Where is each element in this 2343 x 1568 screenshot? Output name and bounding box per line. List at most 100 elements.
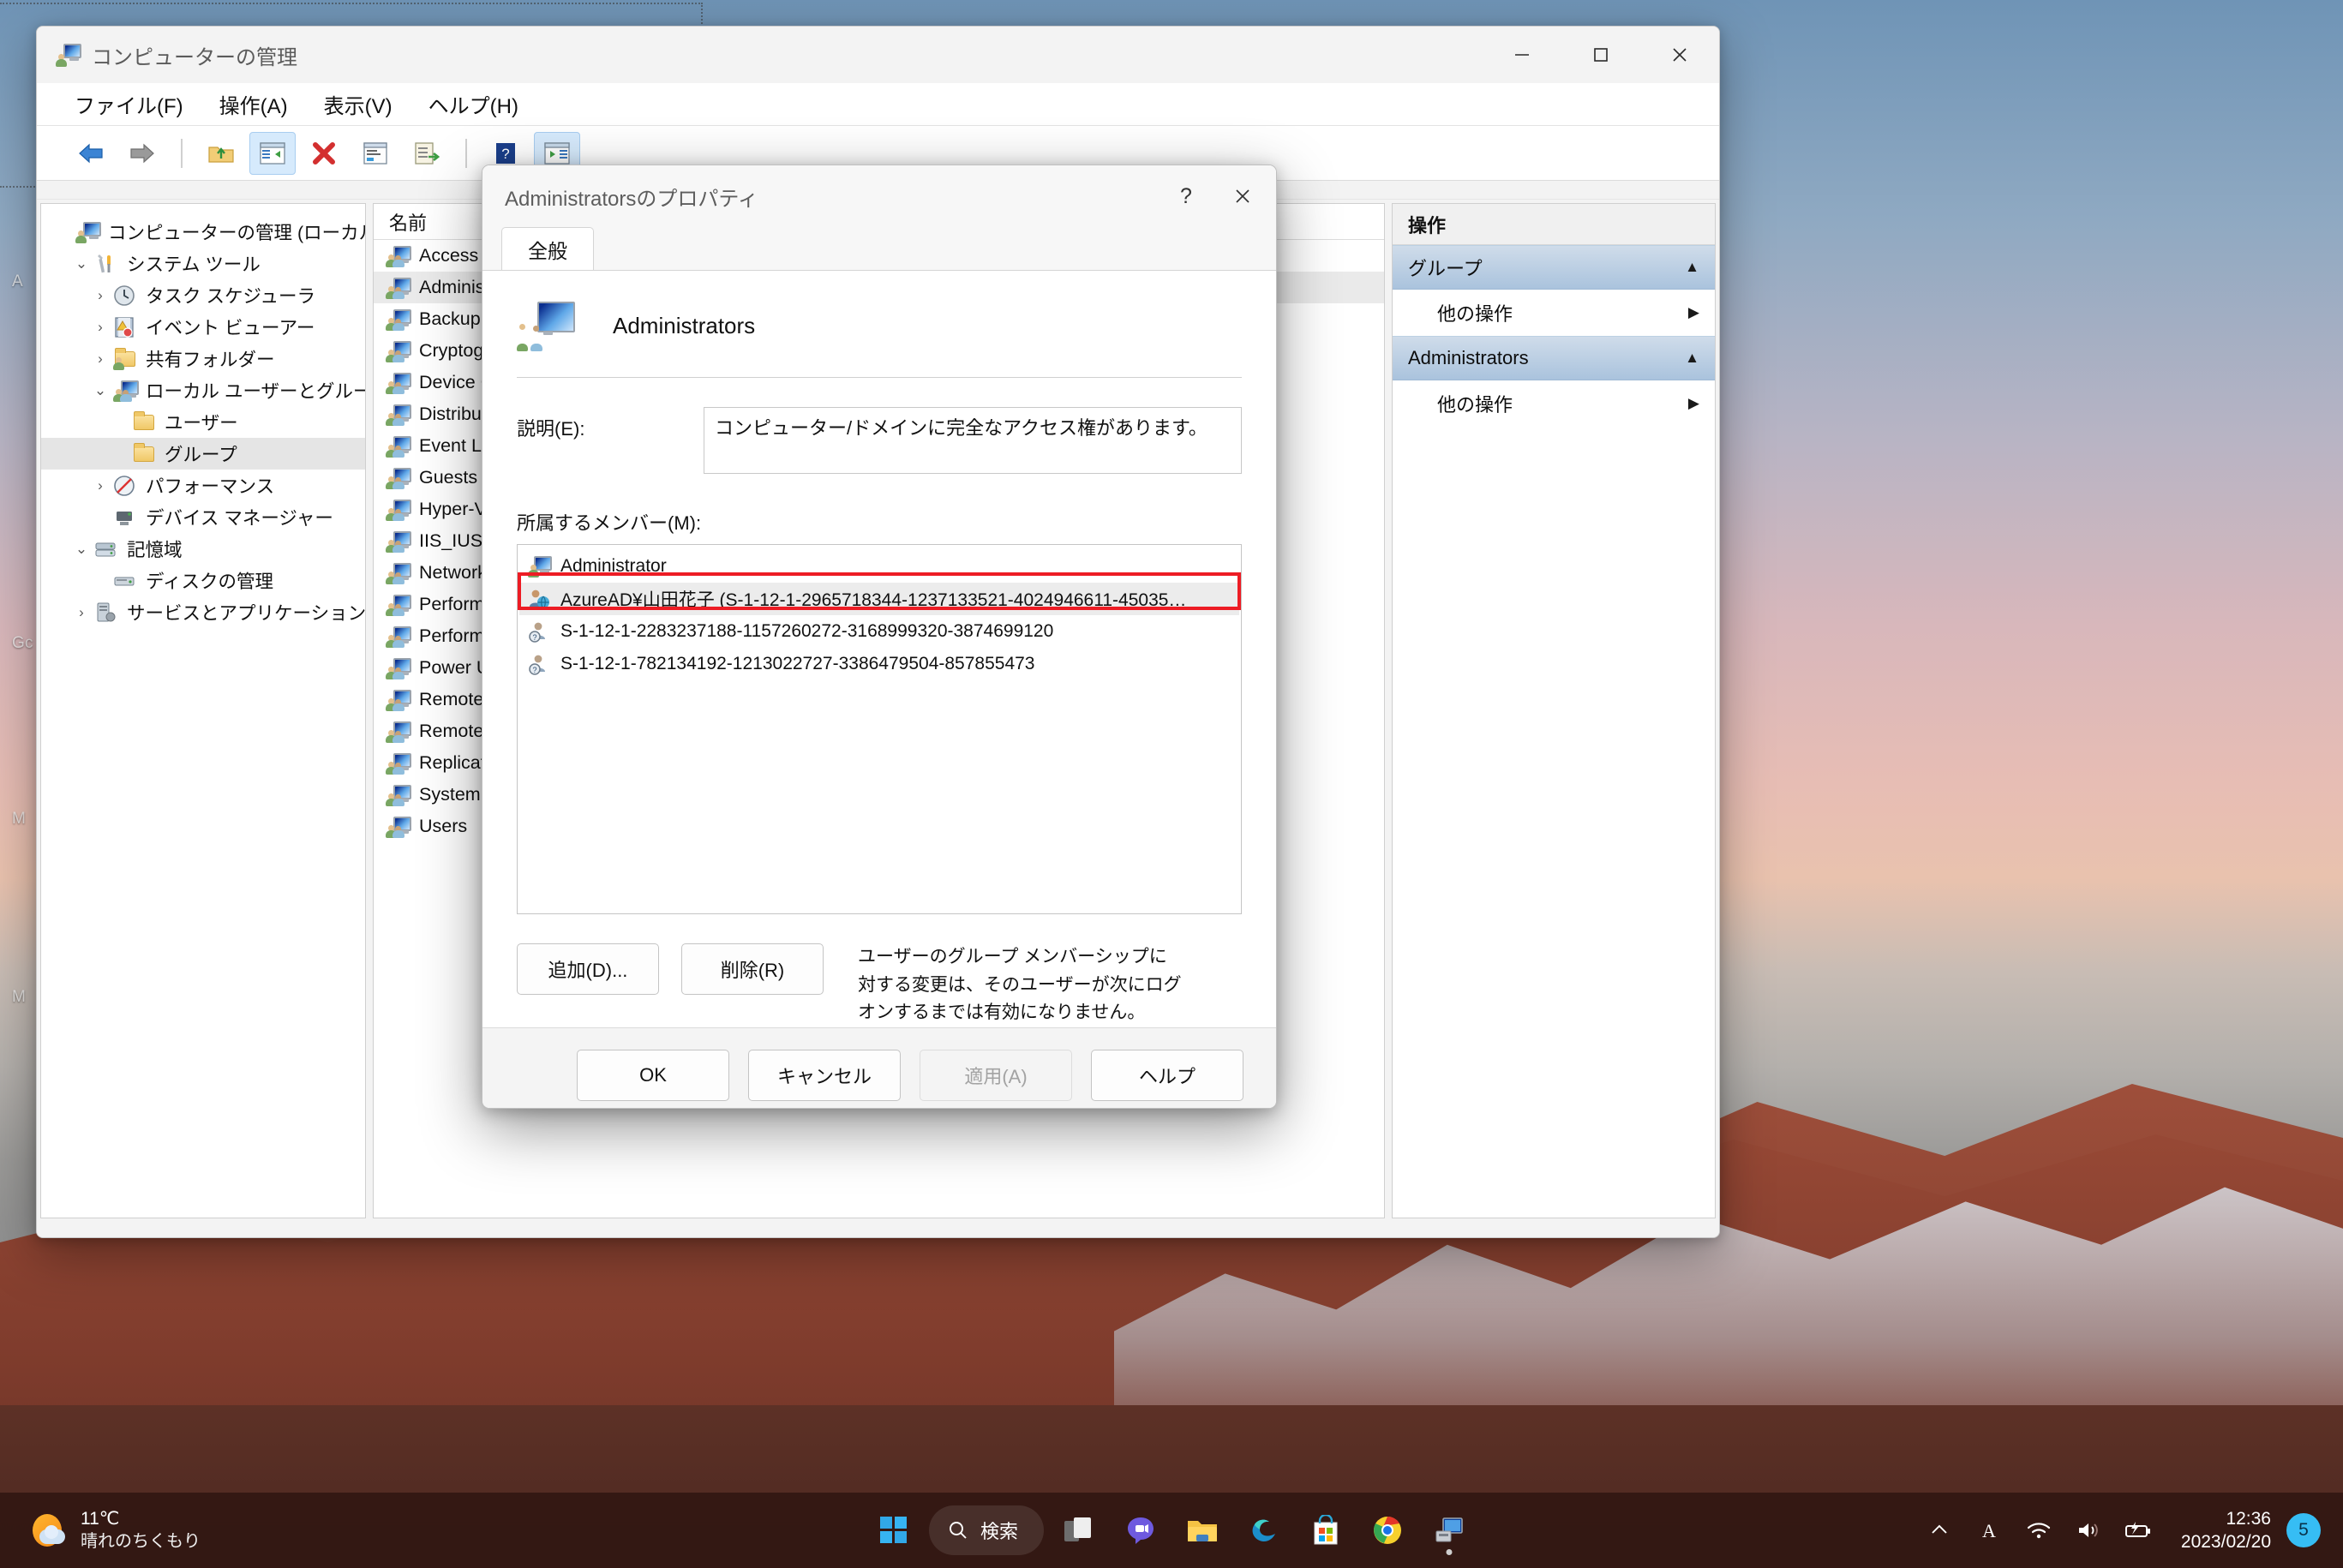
actions-pane: 操作 グループ ▲ 他の操作 ▶ Administrators ▲ 他の操作 ▶ <box>1392 203 1716 1218</box>
action-item-more-actions-group[interactable]: 他の操作 ▶ <box>1393 290 1715 336</box>
tree-item[interactable]: › パフォーマンス <box>41 470 365 501</box>
chevron-up-icon[interactable]: ▲ <box>1685 350 1699 367</box>
tree-item-label: ローカル ユーザーとグループ <box>146 381 366 402</box>
delete-icon[interactable] <box>301 132 347 175</box>
members-buttons-row: 追加(D)... 削除(R) ユーザーのグループ メンバーシップに対する変更は、… <box>517 943 1242 1027</box>
chevron-right-icon[interactable]: ▶ <box>1688 304 1699 321</box>
tree-item[interactable]: ユーザー <box>41 406 365 438</box>
group-members-icon <box>386 625 411 648</box>
chevron-down-icon[interactable]: ⌄ <box>87 382 113 399</box>
maximize-button[interactable] <box>1561 27 1640 83</box>
notification-badge[interactable]: 5 <box>2286 1513 2321 1547</box>
tree-item[interactable]: › イベント ビューアー <box>41 311 365 343</box>
unknown-sid-icon: ? <box>528 653 552 675</box>
list-item-label: Cryptogi <box>419 340 488 361</box>
cancel-button[interactable]: キャンセル <box>748 1050 901 1102</box>
properties-icon[interactable] <box>352 132 398 175</box>
menu-action[interactable]: 操作(A) <box>219 89 288 119</box>
taskbar: 11℃ 晴れのちくもり 検索 A 12:36 2023/02/20 5 <box>0 1493 2343 1568</box>
desktop-icon-label-2[interactable]: Gc <box>12 634 33 653</box>
show-hidden-icons-chevron-icon[interactable] <box>1917 1505 1962 1556</box>
ime-mode-icon[interactable]: A <box>1967 1505 2011 1556</box>
export-list-icon[interactable] <box>404 132 450 175</box>
chrome-icon[interactable] <box>1361 1504 1414 1557</box>
desktop-icon-label-3[interactable]: M <box>12 810 26 829</box>
battery-charging-icon[interactable] <box>2116 1505 2160 1556</box>
dialog-help-button[interactable]: ? <box>1158 165 1214 227</box>
member-list-item[interactable]: ? S-1-12-1-2283237188-1157260272-31689993… <box>519 615 1239 648</box>
chat-icon[interactable] <box>1114 1504 1167 1557</box>
chevron-right-icon[interactable]: › <box>87 350 113 368</box>
chevron-right-icon[interactable]: › <box>69 604 94 621</box>
tree-item[interactable]: グループ <box>41 438 365 470</box>
chevron-down-icon[interactable]: ⌄ <box>69 541 94 558</box>
chevron-right-icon[interactable]: › <box>87 319 113 336</box>
tree-item[interactable]: ⌄ システム ツール <box>41 248 365 279</box>
tree-item[interactable]: ⌄ ローカル ユーザーとグループ <box>41 374 365 406</box>
file-explorer-icon[interactable] <box>1176 1504 1229 1557</box>
start-icon[interactable] <box>867 1504 920 1557</box>
tab-general[interactable]: 全般 <box>501 227 594 270</box>
tree-item[interactable]: › 共有フォルダー <box>41 343 365 374</box>
description-field[interactable]: コンピューター/ドメインに完全なアクセス権があります。 <box>704 407 1242 474</box>
group-members-icon <box>386 784 411 806</box>
dialog-titlebar[interactable]: Administratorsのプロパティ ? <box>482 165 1276 227</box>
forward-arrow-icon[interactable] <box>119 132 165 175</box>
chevron-right-icon[interactable]: ▶ <box>1688 395 1699 412</box>
dialog-close-button[interactable] <box>1214 165 1271 227</box>
menu-view[interactable]: 表示(V) <box>324 89 392 119</box>
group-header: Administrators <box>517 271 1242 351</box>
search-input[interactable]: 検索 <box>928 1505 1045 1555</box>
action-section-header-administrators[interactable]: Administrators ▲ <box>1393 336 1715 380</box>
desktop-icon-label-1[interactable]: A <box>12 272 23 291</box>
console-tree: コンピューターの管理 (ローカル) ⌄ システム ツール › タスク スケジューラ › イベ… <box>41 204 365 628</box>
toolbar-separator-2 <box>465 138 467 168</box>
volume-icon[interactable] <box>2066 1505 2111 1556</box>
ok-button[interactable]: OK <box>577 1050 729 1102</box>
clock[interactable]: 12:36 2023/02/20 <box>2181 1507 2271 1554</box>
action-section-header-group[interactable]: グループ ▲ <box>1393 245 1715 290</box>
menu-help[interactable]: ヘルプ(H) <box>428 89 518 119</box>
shared-folder-icon <box>113 347 139 370</box>
edge-icon[interactable] <box>1237 1504 1291 1557</box>
tree-item[interactable]: コンピューターの管理 (ローカル) <box>41 216 365 248</box>
window-titlebar[interactable]: コンピューターの管理 <box>37 27 1719 83</box>
show-hide-console-tree-icon[interactable] <box>249 131 296 175</box>
action-item-more-actions-administrators[interactable]: 他の操作 ▶ <box>1393 380 1715 427</box>
add-member-button[interactable]: 追加(D)... <box>517 943 659 995</box>
remove-member-button[interactable]: 削除(R) <box>681 943 824 995</box>
weather-widget[interactable]: 11℃ 晴れのちくもり <box>0 1508 201 1552</box>
chevron-up-icon[interactable]: ▲ <box>1685 259 1699 276</box>
tree-item[interactable]: デバイス マネージャー <box>41 501 365 533</box>
back-arrow-icon[interactable] <box>68 132 114 175</box>
menu-file[interactable]: ファイル(F) <box>75 89 183 119</box>
chevron-right-icon[interactable]: › <box>87 287 113 304</box>
minimize-button[interactable] <box>1483 27 1561 83</box>
up-folder-icon[interactable] <box>198 132 244 175</box>
member-list-item[interactable]: Administrator <box>519 550 1239 583</box>
device-manager-icon <box>113 506 139 529</box>
members-listbox[interactable]: Administrator AzureAD¥山田花子 (S-1-12-1-2965… <box>517 544 1242 914</box>
member-list-item[interactable]: ? S-1-12-1-782134192-1213022727-338647950… <box>519 648 1239 680</box>
computer-management-icon[interactable] <box>1423 1504 1476 1557</box>
tree-item[interactable]: › タスク スケジューラ <box>41 279 365 311</box>
console-tree-pane: コンピューターの管理 (ローカル) ⌄ システム ツール › タスク スケジューラ › イベ… <box>40 203 366 1218</box>
wifi-icon[interactable] <box>2016 1505 2061 1556</box>
chevron-down-icon[interactable]: ⌄ <box>69 255 94 272</box>
close-button[interactable] <box>1640 27 1719 83</box>
tree-item[interactable]: ディスクの管理 <box>41 565 365 596</box>
microsoft-store-icon[interactable] <box>1299 1504 1352 1557</box>
performance-icon <box>113 475 139 497</box>
list-item-label: Remote <box>419 689 484 709</box>
group-members-icon <box>386 308 411 331</box>
member-list-item[interactable]: AzureAD¥山田花子 (S-1-12-1-2965718344-123713… <box>519 583 1239 615</box>
desktop-icon-label-4[interactable]: M <box>12 988 26 1007</box>
weather-temperature: 11℃ <box>81 1509 120 1529</box>
search-placeholder: 検索 <box>980 1521 1019 1542</box>
chevron-right-icon[interactable]: › <box>87 477 113 494</box>
task-view-icon[interactable] <box>1052 1504 1106 1557</box>
tree-item[interactable]: › サービスとアプリケーション <box>41 596 365 628</box>
divider <box>517 377 1242 378</box>
tree-item[interactable]: ⌄ 記憶域 <box>41 533 365 565</box>
help-button[interactable]: ヘルプ <box>1091 1050 1243 1102</box>
